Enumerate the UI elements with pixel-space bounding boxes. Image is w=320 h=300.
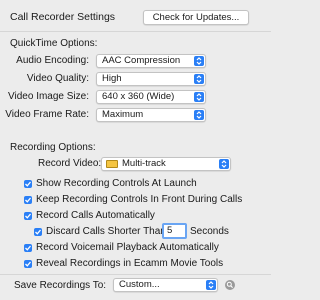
record-video-label: Record Video: <box>38 158 102 169</box>
updown-chevron-icon <box>219 159 229 169</box>
audio-encoding-value: AAC Compression <box>102 55 181 66</box>
check-updates-button[interactable]: Check for Updates... <box>143 10 249 25</box>
divider <box>0 31 271 32</box>
frame-rate-select[interactable]: Maximum <box>96 108 206 122</box>
frame-rate-label: Video Frame Rate: <box>5 109 89 120</box>
updown-chevron-icon <box>206 280 216 290</box>
show-controls-label: Show Recording Controls At Launch <box>36 178 197 189</box>
checkmark-icon <box>25 181 31 187</box>
show-controls-checkbox[interactable] <box>24 180 32 188</box>
discard-short-label: Discard Calls Shorter Than <box>46 226 166 237</box>
multitrack-icon <box>106 160 118 168</box>
video-size-label: Video Image Size: <box>8 91 89 102</box>
checkmark-icon <box>25 213 31 219</box>
video-size-select[interactable]: 640 x 360 (Wide) <box>96 90 206 104</box>
video-size-value: 640 x 360 (Wide) <box>102 91 175 102</box>
video-quality-select[interactable]: High <box>96 72 206 86</box>
checkmark-icon <box>35 229 41 235</box>
record-voicemail-label: Record Voicemail Playback Automatically <box>36 242 219 253</box>
settings-title: Call Recorder Settings <box>10 11 116 23</box>
audio-encoding-label: Audio Encoding: <box>16 55 89 66</box>
reveal-recordings-checkbox[interactable] <box>24 260 32 268</box>
updown-chevron-icon <box>194 56 204 66</box>
updown-chevron-icon <box>194 92 204 102</box>
keep-controls-front-checkbox[interactable] <box>24 196 32 204</box>
checkmark-icon <box>25 261 31 267</box>
save-recordings-label: Save Recordings To: <box>14 280 107 291</box>
checkmark-icon <box>25 197 31 203</box>
reveal-recordings-label: Reveal Recordings in Ecamm Movie Tools <box>36 258 224 269</box>
save-location-value: Custom... <box>119 279 160 290</box>
updown-chevron-icon <box>194 74 204 84</box>
recording-section-label: Recording Options: <box>10 142 96 153</box>
video-quality-value: High <box>102 73 122 84</box>
save-location-select[interactable]: Custom... <box>113 278 218 292</box>
video-quality-label: Video Quality: <box>26 73 89 84</box>
record-video-select[interactable]: Multi-track <box>101 157 231 171</box>
discard-seconds-input[interactable]: 5 <box>162 223 187 239</box>
quicktime-section-label: QuickTime Options: <box>10 38 98 49</box>
record-voicemail-checkbox[interactable] <box>24 244 32 252</box>
updown-chevron-icon <box>194 110 204 120</box>
frame-rate-value: Maximum <box>102 109 144 120</box>
checkmark-icon <box>25 245 31 251</box>
divider <box>0 274 271 275</box>
record-video-value: Multi-track <box>122 158 166 169</box>
discard-short-checkbox[interactable] <box>34 228 42 236</box>
keep-controls-front-label: Keep Recording Controls In Front During … <box>36 194 243 205</box>
record-automatically-checkbox[interactable] <box>24 212 32 220</box>
audio-encoding-select[interactable]: AAC Compression <box>96 54 206 68</box>
seconds-label: Seconds <box>190 226 229 237</box>
magnifier-icon[interactable] <box>225 280 235 290</box>
record-automatically-label: Record Calls Automatically <box>36 210 155 221</box>
